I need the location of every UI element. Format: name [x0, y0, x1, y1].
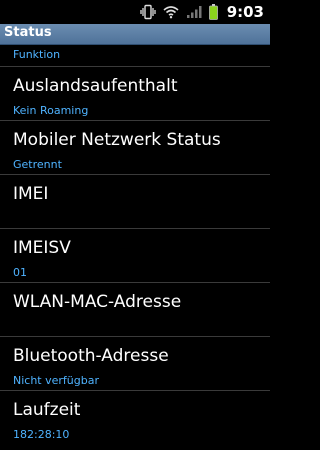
battery-icon [208, 4, 218, 20]
list-item-summary: Funktion [13, 48, 61, 61]
list-item-summary: Kein Roaming [13, 104, 89, 117]
list-item-title: IMEI [13, 184, 49, 204]
list-item-laufzeit[interactable]: Laufzeit 182:28:10 [0, 391, 270, 450]
list-item-mobiler-netzwerk-status[interactable]: Mobiler Netzwerk Status Getrennt [0, 121, 270, 175]
status-bar: 9:03 [0, 0, 270, 24]
list-item-summary: Nicht verfügbar [13, 374, 99, 387]
status-icons: 9:03 [140, 0, 264, 24]
list-item-title: WLAN-MAC-Adresse [13, 292, 182, 312]
clock: 9:03 [226, 3, 264, 21]
list-item-imeisv[interactable]: IMEISV 01 [0, 229, 270, 283]
list-item-summary: 182:28:10 [13, 428, 70, 441]
list-item-bluetooth-adresse[interactable]: Bluetooth-Adresse Nicht verfügbar [0, 337, 270, 391]
list-item-title: Auslandsaufenthalt [13, 76, 178, 96]
vibrate-icon [140, 4, 156, 20]
signal-icon [186, 6, 202, 18]
list-item-title: Laufzeit [13, 400, 81, 420]
list-item-summary: Getrennt [13, 158, 62, 171]
settings-list[interactable]: Funktion Auslandsaufenthalt Kein Roaming… [0, 45, 270, 450]
list-item-title: Mobiler Netzwerk Status [13, 130, 221, 150]
list-item-summary: 01 [13, 266, 27, 279]
list-item-wlan-mac-adresse[interactable]: WLAN-MAC-Adresse [0, 283, 270, 337]
list-item-title: IMEISV [13, 238, 71, 258]
list-item-title: Bluetooth-Adresse [13, 346, 169, 366]
page-title: Status [4, 25, 52, 40]
list-item-imei[interactable]: IMEI [0, 175, 270, 229]
title-bar: Status [0, 24, 270, 45]
list-item-funktion[interactable]: Funktion [0, 45, 270, 67]
wifi-icon [163, 6, 179, 19]
list-item-auslandsaufenthalt[interactable]: Auslandsaufenthalt Kein Roaming [0, 67, 270, 121]
